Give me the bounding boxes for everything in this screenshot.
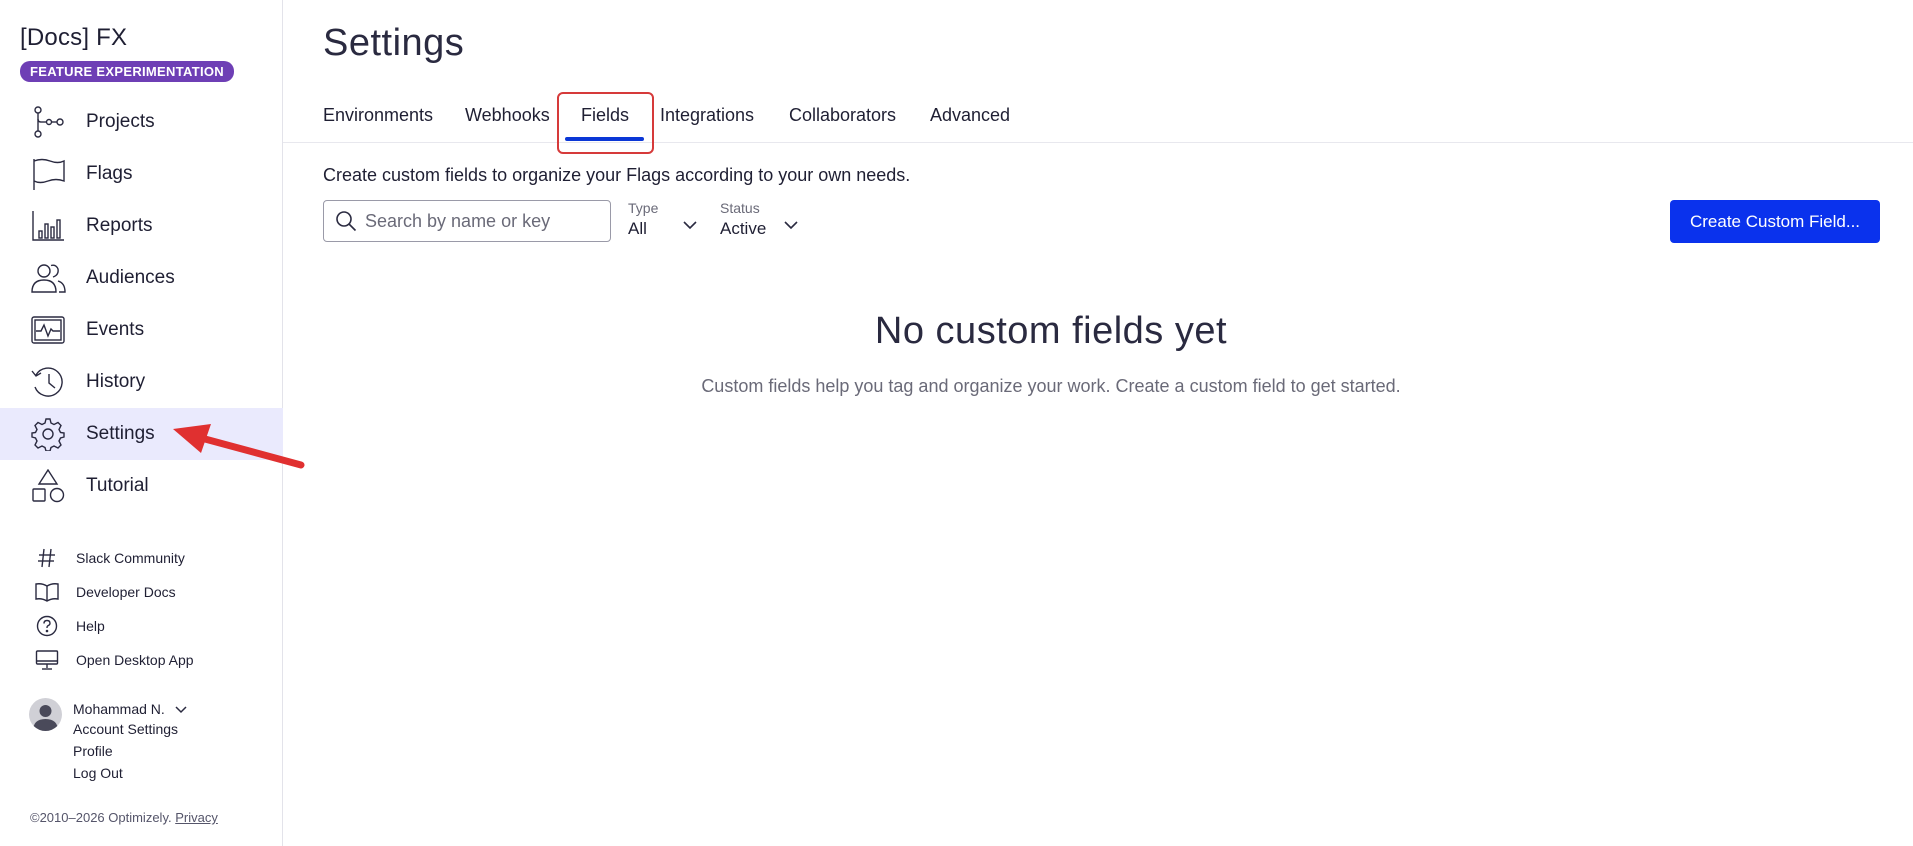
nav-item-history[interactable]: History [0, 356, 283, 408]
gear-icon [29, 416, 67, 452]
footer: ©2010–2026 Optimizely. Privacy [30, 810, 218, 825]
chevron-down-icon [784, 221, 798, 230]
shapes-icon [29, 468, 67, 504]
tab-integrations[interactable]: Integrations [660, 105, 754, 126]
util-label: Developer Docs [76, 584, 176, 600]
brand-title[interactable]: [Docs] FX [20, 24, 234, 52]
audiences-icon [29, 260, 67, 296]
util-label: Slack Community [76, 550, 185, 566]
help-link[interactable]: Help [33, 609, 194, 643]
search-box [323, 200, 611, 242]
brand: [Docs] FX FEATURE EXPERIMENTATION [20, 24, 234, 82]
utility-links: Slack Community Developer Docs Help Open… [33, 541, 194, 677]
user-name-toggle[interactable]: Mohammad N. [73, 700, 273, 718]
nav-label: Projects [86, 111, 155, 132]
history-icon [29, 364, 67, 400]
tab-webhooks[interactable]: Webhooks [465, 105, 550, 126]
fields-description: Create custom fields to organize your Fl… [323, 165, 911, 185]
projects-icon [29, 104, 67, 140]
tab-collaborators[interactable]: Collaborators [789, 105, 896, 126]
page-title: Settings [323, 22, 465, 64]
create-custom-field-button[interactable]: Create Custom Field... [1670, 200, 1880, 243]
empty-state-title: No custom fields yet [874, 310, 1228, 352]
settings-tabs: Environments Webhooks Fields Integration… [283, 95, 1913, 143]
main-content: Settings Environments Webhooks Fields In… [283, 0, 1913, 846]
nav-label: Flags [86, 163, 133, 184]
nav-item-events[interactable]: Events [0, 304, 283, 356]
avatar[interactable] [29, 698, 62, 731]
util-label: Help [76, 618, 105, 634]
nav-item-tutorial[interactable]: Tutorial [0, 460, 283, 512]
desktop-icon [33, 648, 61, 672]
search-icon [336, 211, 357, 232]
product-badge: FEATURE EXPERIMENTATION [20, 61, 234, 82]
nav-item-audiences[interactable]: Audiences [0, 252, 283, 304]
book-icon [33, 580, 61, 604]
user-details: Mohammad N. Account Settings Profile Log… [73, 700, 273, 784]
status-filter-label: Status [720, 200, 760, 216]
nav-label: Tutorial [86, 475, 149, 496]
reports-icon [29, 208, 67, 244]
copyright-text: ©2010–2026 Optimizely. [30, 810, 172, 825]
tab-fields[interactable]: Fields [564, 105, 645, 141]
search-input[interactable] [365, 210, 595, 232]
user-name: Mohammad N. [73, 701, 165, 717]
tab-advanced[interactable]: Advanced [930, 105, 1010, 126]
nav-item-reports[interactable]: Reports [0, 200, 283, 252]
nav-label: Events [86, 319, 145, 340]
chevron-down-icon [683, 221, 697, 230]
help-icon [33, 614, 61, 638]
util-label: Open Desktop App [76, 652, 194, 668]
log-out-link[interactable]: Log Out [73, 762, 273, 784]
nav-label: Audiences [86, 267, 175, 288]
chevron-down-icon [175, 706, 187, 714]
nav-label: Reports [86, 215, 153, 236]
flag-icon [29, 156, 67, 192]
slack-community-link[interactable]: Slack Community [33, 541, 194, 575]
profile-link[interactable]: Profile [73, 740, 273, 762]
hash-icon [33, 546, 61, 570]
nav-label: History [86, 371, 146, 392]
privacy-link[interactable]: Privacy [175, 810, 218, 825]
nav-item-settings[interactable]: Settings [0, 408, 283, 460]
developer-docs-link[interactable]: Developer Docs [33, 575, 194, 609]
nav-item-flags[interactable]: Flags [0, 148, 283, 200]
sidebar: [Docs] FX FEATURE EXPERIMENTATION Projec… [0, 0, 283, 846]
empty-state-subtitle: Custom fields help you tag and organize … [701, 376, 1401, 396]
tab-environments[interactable]: Environments [323, 105, 433, 126]
account-settings-link[interactable]: Account Settings [73, 718, 273, 740]
status-filter[interactable]: Status Active [720, 200, 810, 239]
nav-item-projects[interactable]: Projects [0, 96, 283, 148]
open-desktop-app-link[interactable]: Open Desktop App [33, 643, 194, 677]
type-filter[interactable]: Type All [628, 200, 698, 239]
primary-nav: Projects Flags Reports Audiences Events … [0, 96, 283, 512]
nav-label: Settings [86, 423, 155, 444]
type-filter-label: Type [628, 200, 659, 216]
events-icon [29, 312, 67, 348]
